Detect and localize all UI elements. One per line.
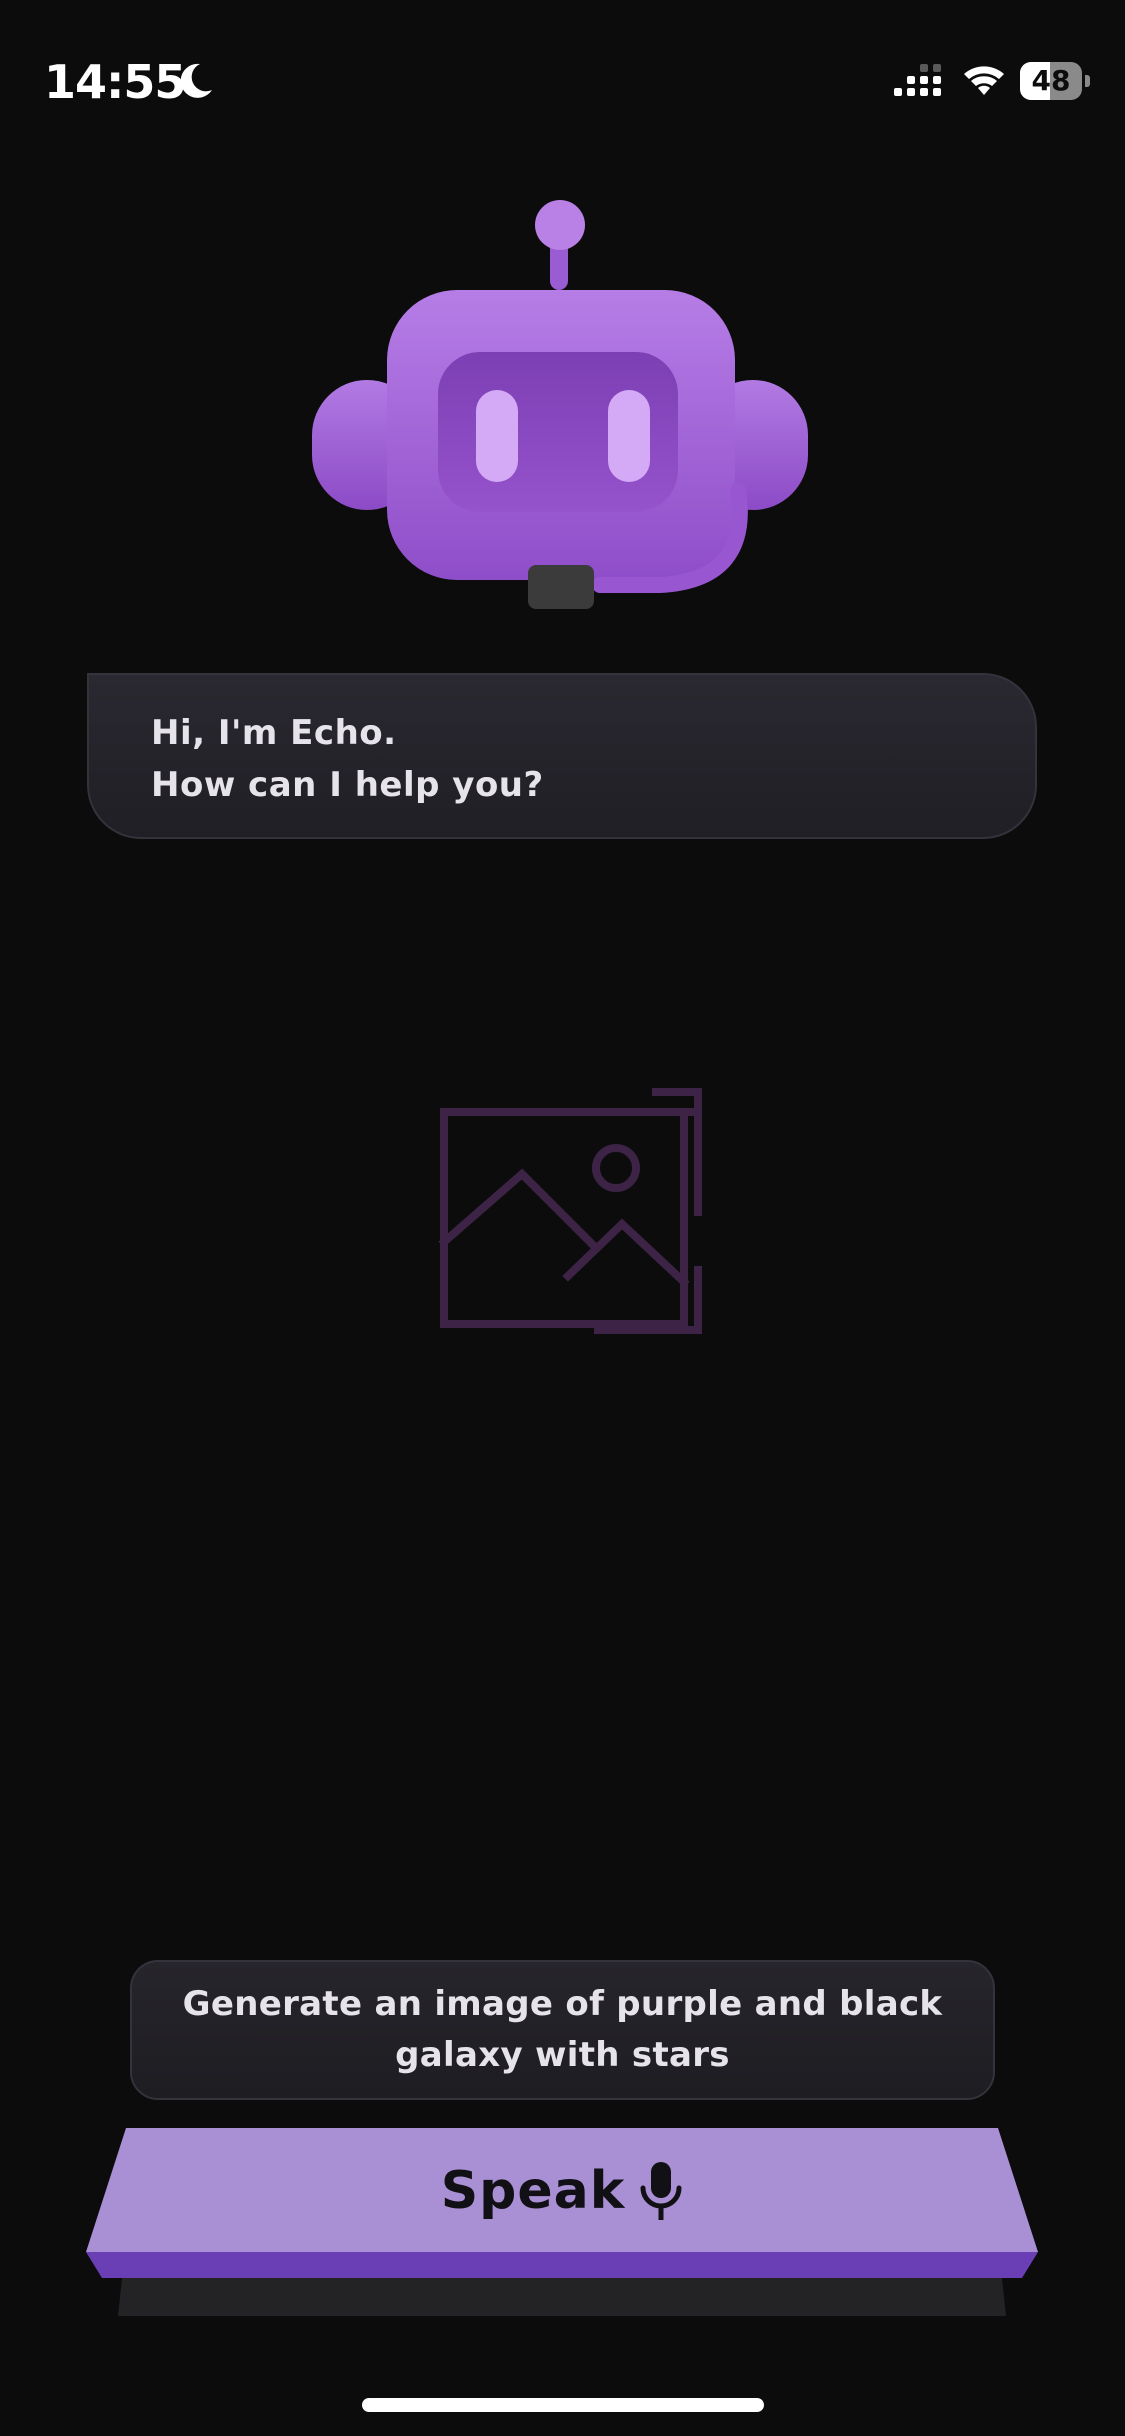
suggestion-chip[interactable]: Generate an image of purple and black ga… — [130, 1960, 995, 2100]
suggestion-text: Generate an image of purple and black ga… — [182, 1984, 943, 2075]
microphone-icon — [640, 2162, 682, 2220]
battery-icon: 48 — [1020, 62, 1092, 102]
speak-button-label: Speak — [440, 2161, 626, 2221]
echo-assistant-screen: 14:55 48 Hi, I'm Echo. How can I help yo… — [0, 0, 1125, 2436]
battery-body: 48 — [1020, 62, 1082, 100]
status-time: 14:55 — [44, 55, 186, 109]
robot-icon — [312, 200, 808, 609]
status-bar: 14:55 48 — [0, 0, 1125, 150]
cellular-signal-icon — [894, 64, 941, 96]
wifi-icon — [964, 66, 1004, 95]
home-indicator[interactable] — [362, 2398, 764, 2412]
battery-cap — [1085, 75, 1090, 87]
assistant-greeting-bubble: Hi, I'm Echo. How can I help you? — [87, 673, 1037, 839]
greeting-line-2: How can I help you? — [151, 765, 544, 805]
battery-level: 48 — [1031, 64, 1071, 97]
image-placeholder-icon — [438, 1088, 702, 1334]
speak-button[interactable]: Speak — [86, 2128, 1038, 2316]
greeting-line-1: Hi, I'm Echo. — [151, 713, 397, 753]
moon-icon — [180, 63, 212, 98]
speak-button-content[interactable]: Speak — [86, 2128, 1038, 2254]
